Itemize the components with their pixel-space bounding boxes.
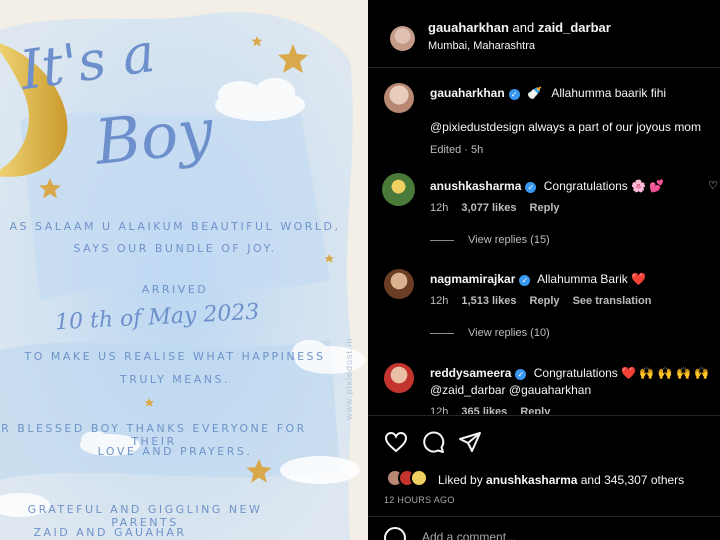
comment-input[interactable]: Add a comment... <box>422 530 516 540</box>
post-side-panel: gauaharkhan and zaid_darbar Mumbai, Maha… <box>368 0 720 540</box>
avatar[interactable] <box>390 26 415 51</box>
username[interactable]: gauaharkhan <box>430 86 505 100</box>
arrived-label: ARRIVED <box>141 283 209 296</box>
comment-time: 12h <box>430 202 449 214</box>
avatar[interactable] <box>384 83 414 113</box>
likes-count[interactable]: 365 likes <box>461 406 507 414</box>
see-translation-button[interactable]: See translation <box>573 295 652 307</box>
post-timestamp: 12 HOURS AGO <box>384 495 455 505</box>
post-image[interactable]: It's a Boy AS SALAAM U ALAIKUM BEAUTIFUL… <box>0 0 368 540</box>
avatar[interactable] <box>384 269 414 299</box>
username[interactable]: reddysameera <box>430 366 511 380</box>
comment-time: 12h <box>430 295 449 307</box>
liked-by-avatars <box>386 469 434 491</box>
verified-icon: ✓ <box>519 275 531 286</box>
invitation-line: LOVE AND PRAYERS. <box>97 445 253 458</box>
share-icon[interactable] <box>458 430 482 454</box>
greeting-line: AS SALAAM U ALAIKUM BEAUTIFUL WORLD, <box>9 220 341 233</box>
avatar[interactable] <box>382 173 415 206</box>
comment-icon[interactable] <box>421 430 445 454</box>
view-replies-button[interactable]: View replies (10) <box>430 327 550 339</box>
verified-icon: ✓ <box>515 369 527 380</box>
caption-text: @pixiedustdesign always a part of our jo… <box>430 120 701 134</box>
location-link[interactable]: Mumbai, Maharashtra <box>428 40 535 52</box>
comment-text: Congratulations ❤️ 🙌 🙌 🙌 🙌 <box>533 366 710 380</box>
post-actions: Liked by anushkasharma and 345,307 other… <box>368 415 720 540</box>
avatar[interactable] <box>384 363 414 393</box>
emoji-icon[interactable] <box>384 527 406 540</box>
comment-mentions[interactable]: @zaid_darbar @gauaharkhan <box>430 383 591 397</box>
avatar <box>410 469 428 487</box>
author-link[interactable]: zaid_darbar <box>538 20 611 35</box>
heart-icon[interactable] <box>384 430 408 454</box>
verified-icon: ✓ <box>525 182 537 193</box>
username[interactable]: nagmamirajkar <box>430 272 515 286</box>
divider <box>430 332 454 334</box>
liker-username[interactable]: anushkasharma <box>486 473 577 487</box>
reply-button[interactable]: Reply <box>530 202 560 214</box>
caption-meta: Edited · 5h <box>430 144 484 156</box>
reply-button[interactable]: Reply <box>520 406 550 414</box>
baby-bottle-icon: 🍼 <box>527 86 542 100</box>
reply-button[interactable]: Reply <box>530 295 560 307</box>
post-header: gauaharkhan and zaid_darbar Mumbai, Maha… <box>368 0 720 68</box>
likes-count[interactable]: 3,077 likes <box>461 202 516 214</box>
likes-count[interactable]: 1,513 likes <box>461 295 516 307</box>
title-boy: Boy <box>91 94 217 179</box>
divider <box>430 239 454 241</box>
heart-icon[interactable]: ♡ <box>708 179 718 192</box>
greeting-line: SAYS OUR BUNDLE OF JOY. <box>73 242 277 255</box>
author-link[interactable]: gauaharkhan <box>428 20 509 35</box>
verified-icon: ✓ <box>508 89 520 100</box>
liked-by[interactable]: Liked by anushkasharma and 345,307 other… <box>438 473 684 487</box>
comment-list[interactable]: gauaharkhan ✓ 🍼 Allahumma baarik fihi @pi… <box>368 69 720 414</box>
invitation-line: TO MAKE US REALISE WHAT HAPPINESS <box>24 350 326 363</box>
comment-text: Congratulations 🌸 💕 <box>543 179 665 193</box>
add-comment-bar: Add a comment... <box>368 516 720 540</box>
watermark: www.pixiedust.in <box>344 337 354 420</box>
comment-text: Allahumma Barik ❤️ <box>537 272 647 286</box>
view-replies-button[interactable]: View replies (15) <box>430 234 550 246</box>
post-authors: gauaharkhan and zaid_darbar <box>428 20 611 35</box>
caption-text: Allahumma baarik fihi <box>551 86 667 100</box>
invitation-line: ZAID AND GAUAHAR <box>33 526 187 539</box>
comment-time: 12h <box>430 406 449 414</box>
username[interactable]: anushkasharma <box>430 179 521 193</box>
invitation-line: TRULY MEANS. <box>120 373 230 386</box>
